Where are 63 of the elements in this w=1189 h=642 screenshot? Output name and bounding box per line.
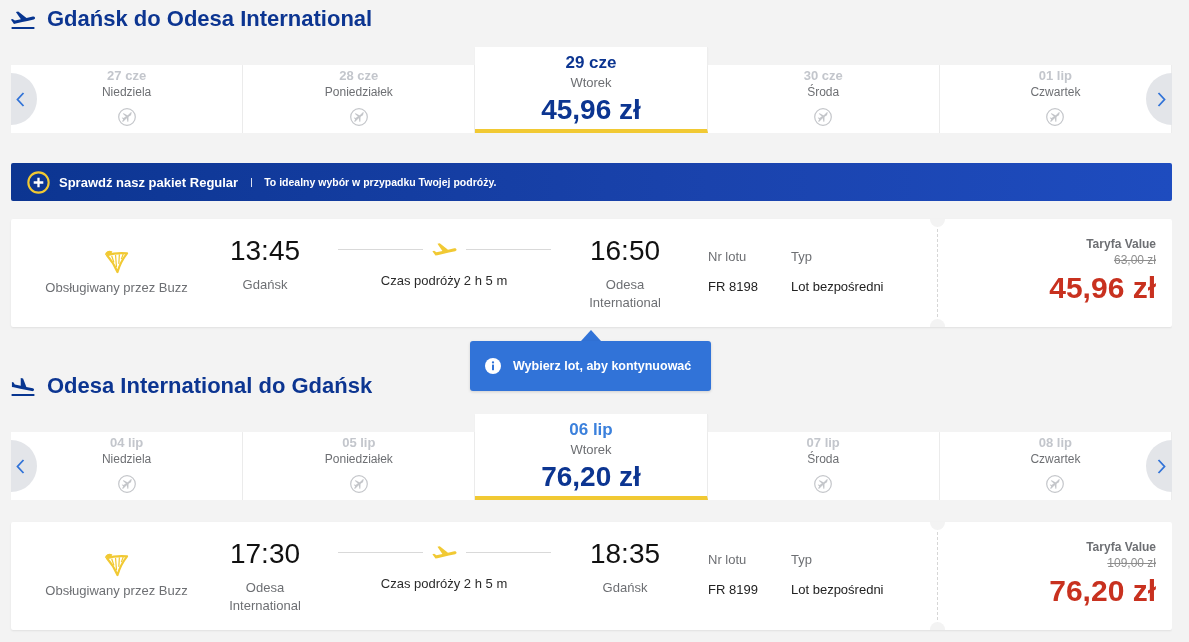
ticket-notch (930, 622, 945, 630)
flight-type: Lot bezpośredni (791, 278, 885, 296)
flight-type-label: Typ (791, 551, 813, 569)
plane-landing-icon (11, 378, 35, 396)
arrival-time: 16:50 (589, 234, 661, 268)
promo-banner[interactable]: Sprawdź nasz pakiet Regular To idealny wybór w przypadku Twojej podróży. (11, 163, 1172, 201)
old-price: 63,00 zł (1113, 253, 1156, 268)
chevron-left-icon (16, 458, 25, 474)
travel-duration: Czas podróży 2 h 5 m (380, 272, 508, 290)
date-tab[interactable]: 05 lip Poniedziałek (243, 432, 476, 500)
flight-number-label: Nr lotu (708, 551, 748, 569)
date-tab[interactable]: 01 lip Czwartek (939, 65, 1172, 133)
date-tab[interactable]: 08 lip Czwartek (939, 432, 1172, 500)
fare-price: 76,20 zł (1049, 573, 1156, 609)
date-tab[interactable]: 30 cze Środa (707, 65, 940, 133)
crossed-plane-icon (117, 475, 136, 493)
arrival-airport: Gdańsk (602, 579, 648, 597)
plane-icon (431, 242, 457, 256)
travel-duration: Czas podróży 2 h 5 m (380, 575, 508, 593)
fare-price: 45,96 zł (1049, 270, 1156, 306)
harp-icon (104, 249, 129, 274)
harp-icon (104, 552, 129, 577)
plane-takeoff-icon (11, 11, 35, 29)
flight-card[interactable]: Obsługiwany przez Buzz 17:30 Odesa International Czas podróży 2 h 5 m 18:35 Gdańsk Nr lotu FR 8199 Typ Lot bezpośredni Taryfa Value 109,00 zł 76,20 zł (11, 522, 1172, 630)
promo-title: Sprawdź nasz pakiet Regular (59, 174, 239, 190)
chevron-right-icon (1157, 458, 1166, 474)
operator-label: Obsługiwany przez Buzz (45, 280, 188, 296)
crossed-plane-icon (349, 108, 368, 126)
date-tab[interactable]: 07 lip Środa (707, 432, 940, 500)
fare-name: Taryfa Value (1086, 237, 1156, 252)
date-tab[interactable]: 27 cze Niedziela (11, 65, 244, 133)
date-tab[interactable]: 28 cze Poniedziałek (243, 65, 476, 133)
old-price: 109,00 zł (1107, 556, 1156, 571)
crossed-plane-icon (814, 108, 833, 126)
fare-name: Taryfa Value (1086, 540, 1156, 555)
promo-text: To idealny wybór w przypadku Twojej podróży. (264, 176, 497, 188)
departure-time: 17:30 (229, 537, 301, 571)
arrival-time: 18:35 (589, 537, 661, 571)
flight-type: Lot bezpośredni (791, 581, 885, 599)
departure-airport: Gdańsk (242, 276, 288, 294)
route-title: Gdańsk do Odesa International (47, 6, 373, 32)
departure-time: 13:45 (229, 234, 301, 268)
crossed-plane-icon (349, 475, 368, 493)
plane-icon (431, 545, 457, 559)
chevron-right-icon (1157, 91, 1166, 107)
date-tab[interactable]: 04 lip Niedziela (11, 432, 244, 500)
date-tab[interactable]: 06 lip Wtorek 76,20 zł (475, 414, 708, 500)
date-tab[interactable]: 29 cze Wtorek 45,96 zł (475, 47, 708, 133)
info-icon (485, 358, 501, 374)
plus-circle-icon (27, 170, 50, 194)
departure-airport: Odesa International (228, 579, 302, 615)
operator-label: Obsługiwany przez Buzz (45, 583, 188, 599)
crossed-plane-icon (1046, 475, 1065, 493)
flight-number: FR 8198 (708, 278, 759, 296)
chevron-left-icon (16, 91, 25, 107)
arrival-airport: Odesa International (588, 276, 662, 312)
crossed-plane-icon (117, 108, 136, 126)
flight-number: FR 8199 (708, 581, 759, 599)
flight-number-label: Nr lotu (708, 248, 748, 266)
crossed-plane-icon (814, 475, 833, 493)
flight-type-label: Typ (791, 248, 813, 266)
crossed-plane-icon (1046, 108, 1065, 126)
tooltip-text: Wybierz lot, aby kontynuować (513, 359, 692, 373)
